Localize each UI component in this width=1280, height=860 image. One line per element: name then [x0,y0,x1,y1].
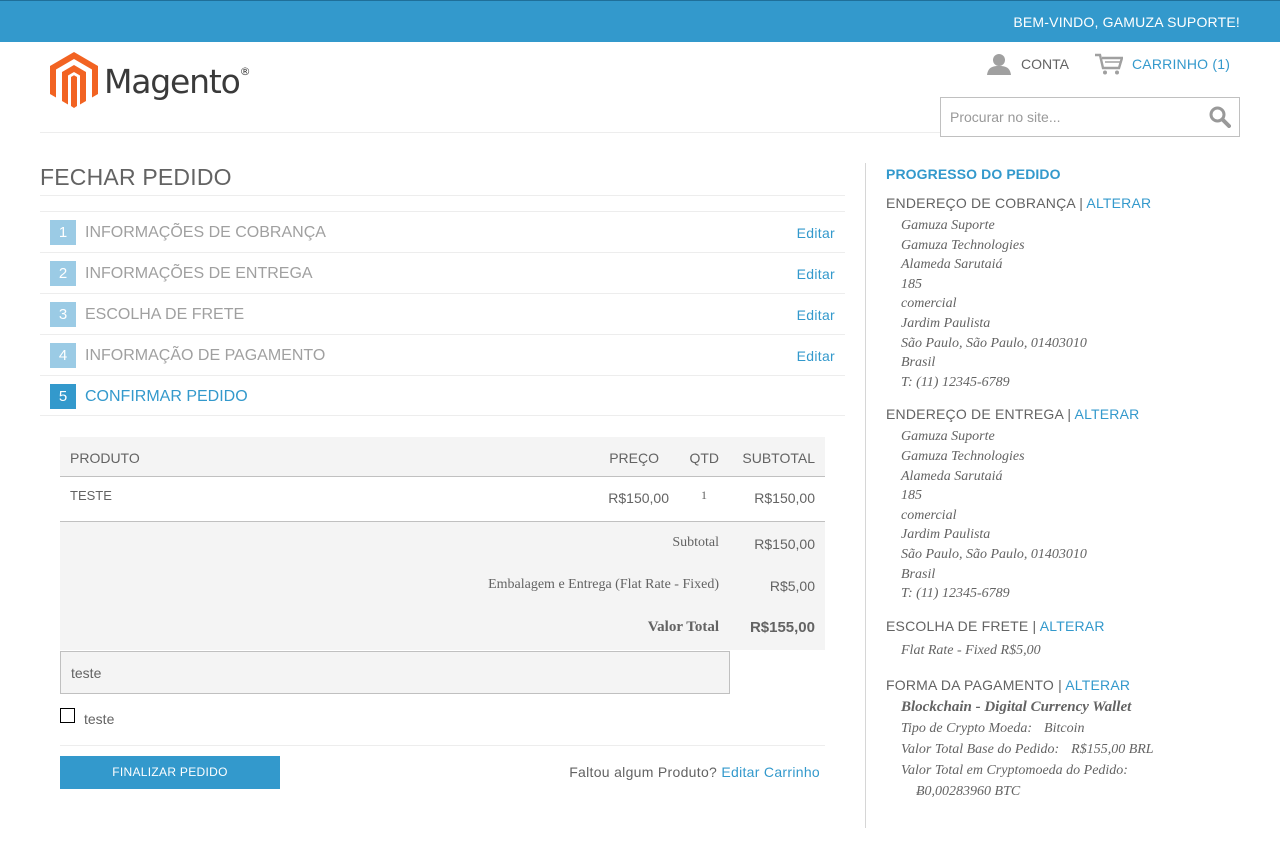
cart-label: CARRINHO (1) [1132,56,1231,72]
product-subtotal: R$150,00 [754,490,815,506]
payment-info: Blockchain - Digital Currency Wallet Tip… [886,699,1266,800]
crypto-total-value: Ƀ0,00283960 BTC [916,784,1021,800]
totals: Subtotal R$150,00 Embalagem e Entrega (F… [60,522,825,650]
search-icon[interactable] [1209,106,1231,128]
billing-address: Gamuza Suporte Gamuza Technologies Alame… [901,218,1087,390]
forgot-item-label: Faltou algum Produto? [569,764,718,780]
title-divider [40,195,845,196]
welcome-message: BEM-VINDO, GAMUZA SUPORTE! [1013,14,1240,30]
edit-billing-link[interactable]: Editar [797,225,835,241]
account-link[interactable]: CONTA [987,52,1069,76]
top-bar: BEM-VINDO, GAMUZA SUPORTE! [0,0,1280,42]
product-price: R$150,00 [608,490,669,506]
table-header: PRODUTO PREÇO QTD SUBTOTAL [60,437,825,477]
payment-heading: FORMA DA PAGAMENTO | ALTERAR [886,677,1131,694]
col-qty: QTD [689,450,719,466]
crypto-type-row: Tipo de Crypto Moeda: Bitcoin [901,721,1085,737]
edit-payment-link[interactable]: Editar [797,348,835,364]
shipping-method-heading: ESCOLHA DE FRETE | ALTERAR [886,617,1105,634]
shipping-label: Embalagem e Entrega (Flat Rate - Fixed) [488,577,719,592]
cart-link[interactable]: CARRINHO (1) [1095,52,1230,76]
step-shipping-method: 3 ESCOLHA DE FRETE Editar [40,293,845,334]
shipping-method-text: Flat Rate - Fixed R$5,00 [901,642,1041,658]
grand-total-label: Valor Total [647,619,719,635]
header-divider [40,132,940,133]
edit-shipping-method-link[interactable]: Editar [797,307,835,323]
step-number: 3 [50,302,76,327]
subtotal-label: Subtotal [672,535,719,550]
order-comment-field[interactable]: teste [60,651,730,694]
shipping-method-change-link[interactable]: ALTERAR [1040,618,1105,634]
logo-text: Magento® [104,61,251,101]
agreement-checkbox[interactable] [60,707,75,723]
sidebar-divider [865,163,866,828]
shipping-value: R$5,00 [769,578,815,594]
account-label: CONTA [1021,56,1069,72]
search-input[interactable] [941,98,1201,136]
billing-heading: ENDEREÇO DE COBRANÇA | ALTERAR [886,195,1152,211]
place-order-button[interactable]: FINALIZAR PEDIDO [60,756,280,789]
step-title: INFORMAÇÕES DE COBRANÇA [85,224,326,241]
checkout-steps: 1 INFORMAÇÕES DE COBRANÇA Editar 2 INFOR… [40,211,845,416]
page-title: FECHAR PEDIDO [40,164,232,190]
step-title: ESCOLHA DE FRETE [85,306,245,323]
agreement-label[interactable]: teste [84,711,114,727]
progress-sidebar: PROGRESSO DO PEDIDO ENDEREÇO DE COBRANÇA… [886,166,1266,800]
step-shipping: 2 INFORMAÇÕES DE ENTREGA Editar [40,252,845,293]
step-number: 5 [50,384,76,409]
grand-total-value: R$155,00 [749,619,815,636]
shipping-change-link[interactable]: ALTERAR [1075,406,1140,422]
base-total-row: Valor Total Base do Pedido: R$155,00 BRL [901,742,1154,758]
step-number: 4 [50,343,76,368]
shipping-address: Gamuza Suporte Gamuza Technologies Alame… [901,429,1087,602]
user-icon [987,54,1011,75]
crypto-total-label: Valor Total em Cryptomoeda do Pedido: [901,763,1128,779]
shipping-heading: ENDEREÇO DE ENTREGA | ALTERAR [886,406,1140,423]
step-number: 2 [50,261,76,286]
step-review: 5 CONFIRMAR PEDIDO [40,375,845,416]
sidebar-title: PROGRESSO DO PEDIDO [886,166,1061,182]
magento-logo-icon [50,52,98,108]
buttons-divider [60,745,825,746]
step-number: 1 [50,220,76,245]
col-product: PRODUTO [70,450,140,466]
agreement: teste [60,703,114,727]
order-review-table: PRODUTO PREÇO QTD SUBTOTAL TESTE R$150,0… [60,437,825,650]
cart-icon [1095,53,1123,75]
subtotal-value: R$150,00 [754,536,815,552]
payment-method-name: Blockchain - Digital Currency Wallet [901,699,1132,716]
col-subtotal: SUBTOTAL [742,450,815,466]
step-title: INFORMAÇÕES DE ENTREGA [85,265,313,282]
step-payment: 4 INFORMAÇÃO DE PAGAMENTO Editar [40,334,845,375]
forgot-item-text: Faltou algum Produto? Editar Carrinho [569,764,820,780]
col-price: PREÇO [609,450,659,466]
product-qty: 1 [701,488,707,502]
step-billing: 1 INFORMAÇÕES DE COBRANÇA Editar [40,211,845,252]
payment-change-link[interactable]: ALTERAR [1065,677,1130,693]
step-title: INFORMAÇÃO DE PAGAMENTO [85,347,326,364]
step-title: CONFIRMAR PEDIDO [85,388,248,405]
billing-change-link[interactable]: ALTERAR [1086,195,1151,211]
edit-cart-link[interactable]: Editar Carrinho [721,764,820,780]
site-logo[interactable]: Magento® [50,52,251,108]
search-box [940,97,1240,137]
table-row: TESTE R$150,00 1 R$150,00 [60,477,825,522]
edit-shipping-link[interactable]: Editar [797,266,835,282]
product-name: TESTE [70,488,112,503]
